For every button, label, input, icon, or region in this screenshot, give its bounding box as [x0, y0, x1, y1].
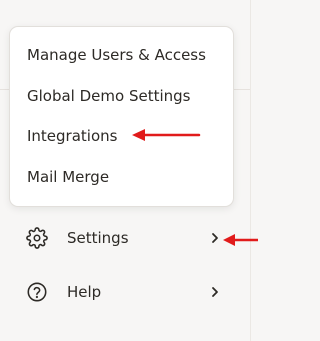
sidebar-item-help-label: Help [67, 283, 102, 301]
sidebar-item-settings-label: Settings [67, 229, 129, 247]
menu-item-integrations[interactable]: Integrations [27, 126, 117, 146]
annotation-arrow-icon [223, 234, 258, 246]
menu-item-manage-users-access[interactable]: Manage Users & Access [27, 45, 206, 65]
question-circle-icon [27, 282, 47, 302]
sidebar-item-settings[interactable]: Settings [0, 220, 250, 256]
chevron-right-icon [212, 287, 218, 297]
chevron-right-icon [212, 233, 218, 243]
annotation-arrow-icon [132, 129, 201, 141]
settings-dropdown-menu: Manage Users & Access Global Demo Settin… [9, 26, 234, 207]
menu-item-global-demo-settings[interactable]: Global Demo Settings [27, 86, 190, 106]
sidebar-item-help[interactable]: Help [0, 274, 250, 310]
menu-item-mail-merge[interactable]: Mail Merge [27, 167, 109, 187]
gear-icon [26, 227, 48, 249]
